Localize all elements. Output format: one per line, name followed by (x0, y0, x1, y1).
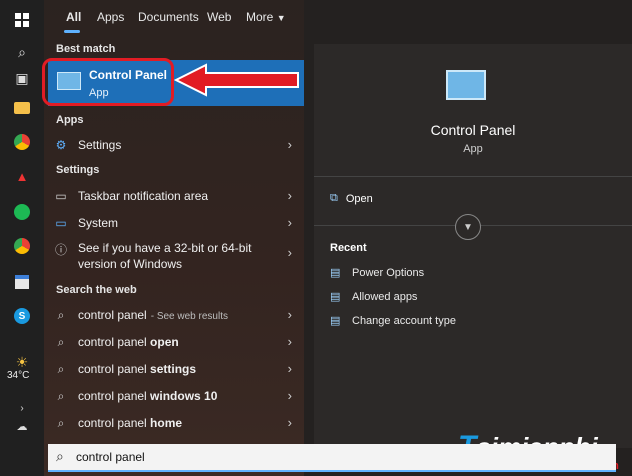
web-result-text: control panel settings (78, 362, 196, 376)
spotify-icon[interactable] (10, 200, 34, 224)
web-result-text: control panel open (78, 335, 179, 349)
result-32-64-text: See if you have a 32-bit or 64-bit versi… (78, 240, 251, 272)
windows-icon[interactable] (10, 8, 34, 32)
calendar-icon[interactable] (10, 270, 34, 294)
tab-more[interactable]: More ▼ (246, 10, 286, 24)
recent-item-label: Allowed apps (352, 290, 418, 303)
result-taskbar-label: Taskbar notification area (78, 189, 209, 203)
search-icon: ⌕ (56, 448, 64, 464)
chrome-icon[interactable] (10, 130, 34, 154)
result-32-64-bit[interactable]: ⓘ See if you have a 32-bit or 64-bit ver… (48, 240, 298, 274)
task-view-icon[interactable]: ▣ (10, 66, 34, 90)
settings-icon: ⚙ (55, 138, 67, 152)
search-icon: ⌕ (57, 415, 65, 430)
annotation-highlight-box (42, 58, 174, 106)
skype-icon[interactable]: S (10, 304, 34, 328)
web-result[interactable]: ⌕ control panel windows 10 › (48, 383, 298, 409)
section-search-web: Search the web (56, 284, 137, 296)
open-action[interactable]: ⧉ Open (330, 192, 373, 205)
chevron-right-icon: › (287, 137, 292, 152)
divider (314, 176, 632, 177)
web-result[interactable]: ⌕ control panel home › (48, 410, 298, 436)
search-icon: ⌕ (57, 334, 65, 349)
section-settings: Settings (56, 164, 100, 176)
recent-item[interactable]: ▤ Allowed apps (330, 290, 418, 304)
tab-all[interactable]: All (66, 10, 81, 24)
open-icon: ⧉ (330, 192, 338, 204)
account-icon: ▤ (330, 315, 341, 327)
chevron-right-icon: › (287, 334, 292, 349)
web-result-prefix: control panel (78, 416, 151, 430)
allowed-apps-icon: ▤ (330, 291, 341, 303)
web-result-bold: home (150, 416, 183, 430)
search-icon: ⌕ (57, 388, 65, 403)
web-result-bold: windows 10 (150, 389, 218, 403)
web-result-prefix: control panel (78, 389, 151, 403)
chevron-down-icon: ▼ (276, 13, 286, 23)
recent-item[interactable]: ▤ Power Options (330, 266, 425, 280)
search-icon[interactable]: ⌕ (10, 40, 34, 64)
web-result-suffix: - See web results (150, 311, 228, 322)
recent-heading: Recent (330, 242, 367, 254)
expand-chevron-icon[interactable]: ▼ (455, 214, 481, 240)
taskbar-icon: ▭ (55, 189, 67, 203)
open-label: Open (345, 192, 373, 205)
recent-item[interactable]: ▤ Change account type (330, 314, 456, 328)
web-result-prefix: control panel (78, 362, 151, 376)
web-result-text: control panel windows 10 (78, 389, 217, 403)
tab-apps[interactable]: Apps (97, 10, 124, 24)
web-result-prefix: control panel (78, 308, 147, 322)
section-apps: Apps (56, 114, 84, 126)
annotation-arrow (174, 63, 299, 97)
web-result[interactable]: ⌕ control panel settings › (48, 356, 298, 382)
power-options-icon: ▤ (330, 267, 341, 279)
result-32-64-line1: See if you have a 32-bit or 64-bit (78, 241, 252, 255)
detail-title: Control Panel (430, 122, 516, 138)
search-icon: ⌕ (57, 361, 65, 376)
result-32-64-line2: version of Windows (78, 257, 183, 271)
web-result-bold: open (150, 335, 179, 349)
chevron-right-icon: › (287, 215, 292, 230)
chevron-right-icon: › (287, 415, 292, 430)
result-settings-label: Settings (78, 138, 122, 152)
web-result[interactable]: ⌕ control panel - See web results › (48, 302, 298, 328)
web-result[interactable]: ⌕ control panel open › (48, 329, 298, 355)
search-icon: ⌕ (57, 307, 65, 322)
web-result-bold: settings (150, 362, 197, 376)
tab-more-label: More (246, 10, 274, 24)
chevron-right-icon: › (287, 361, 292, 376)
recent-item-label: Change account type (352, 314, 456, 327)
chevron-right-icon: › (287, 307, 292, 322)
pdf-icon[interactable]: ▲ (10, 164, 34, 188)
result-taskbar-notification[interactable]: ▭ Taskbar notification area › (48, 183, 298, 209)
tab-all-indicator (64, 30, 80, 33)
control-panel-large-icon (446, 70, 486, 100)
result-system[interactable]: ▭ System › (48, 210, 298, 236)
system-tray-icon[interactable]: ☁ (10, 414, 34, 438)
detail-subtitle: App (463, 143, 483, 155)
system-icon: ▭ (55, 216, 67, 230)
section-best-match: Best match (56, 43, 116, 55)
result-system-label: System (78, 216, 119, 230)
web-result-text: control panel - See web results (78, 308, 228, 322)
result-settings[interactable]: ⚙ Settings › (48, 132, 298, 158)
chevron-right-icon: › (287, 245, 292, 260)
file-explorer-icon[interactable] (10, 96, 34, 120)
search-bar[interactable]: ⌕ control panel (48, 444, 616, 472)
tab-documents[interactable]: Documents (138, 10, 199, 24)
weather-temp: 34°C (7, 370, 30, 381)
chrome-profile-icon[interactable] (10, 234, 34, 258)
recent-item-label: Power Options (352, 266, 425, 279)
web-result-prefix: control panel (78, 335, 151, 349)
search-input[interactable]: control panel (76, 450, 145, 464)
tab-web[interactable]: Web (207, 10, 231, 24)
info-icon: ⓘ (54, 242, 67, 257)
web-result-text: control panel home (78, 416, 182, 430)
chevron-right-icon: › (287, 388, 292, 403)
taskbar: ⌕ ▣ ▲ S ☀ 34°C › ☁ (0, 0, 44, 476)
chevron-right-icon: › (287, 188, 292, 203)
